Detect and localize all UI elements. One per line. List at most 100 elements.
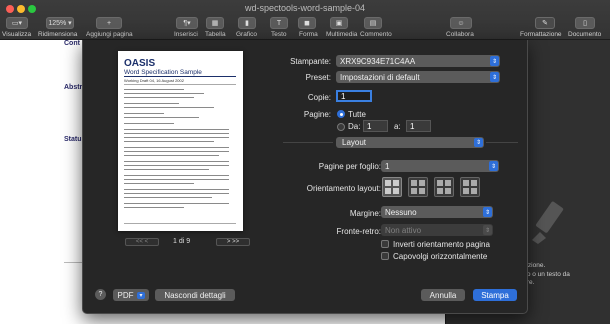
divider (283, 142, 333, 143)
pdf-menu-button[interactable]: PDF ▾ (113, 289, 149, 301)
text-button[interactable]: T (270, 17, 288, 29)
media-button[interactable]: ▣ (330, 17, 348, 29)
pages-from-label: Da: (348, 122, 361, 131)
toolbar-label: Formattazione (520, 31, 562, 38)
media-icon: ▣ (335, 20, 343, 27)
chart-button[interactable]: ▮ (238, 17, 256, 29)
add-page-button[interactable]: + (96, 17, 122, 29)
divider (64, 262, 84, 263)
margin-label: Margine: (349, 209, 381, 218)
preview-text-line (124, 89, 184, 91)
format-button[interactable]: ✎ (535, 17, 555, 29)
flip-horizontal-checkbox[interactable] (381, 252, 389, 260)
document-icon: ▯ (583, 20, 587, 27)
layout-z-icon (385, 180, 399, 194)
divider (486, 142, 518, 143)
pages-per-sheet-label: Pagine per foglio: (318, 162, 381, 171)
preview-text-line (124, 141, 214, 143)
section-select[interactable]: Layout ⇕ (336, 137, 484, 148)
print-button[interactable]: Stampa (473, 289, 517, 301)
preview-text-line (124, 129, 229, 131)
preview-text-line (124, 107, 214, 109)
table-button[interactable]: ▦ (206, 17, 224, 29)
preview-text-line (124, 117, 199, 119)
preview-text-line (124, 147, 229, 149)
preset-select[interactable]: Impostazioni di default ⇕ (336, 71, 500, 83)
preview-text-line (124, 123, 174, 125)
copies-label: Copie: (307, 93, 331, 102)
pages-all-radio[interactable] (337, 110, 345, 118)
previous-page-button[interactable]: << < (125, 238, 159, 246)
divider (124, 84, 236, 85)
preview-text-line (124, 189, 229, 191)
plus-icon: + (106, 19, 112, 27)
zoom-value: 125% (48, 19, 67, 27)
document-button[interactable]: ▯ (575, 17, 595, 29)
sidebar-icon: ▭▾ (11, 20, 23, 27)
preview-text-line (124, 113, 164, 115)
printer-select[interactable]: XRX9C934E71C4AA ⇕ (336, 55, 500, 67)
brush-icon: ✎ (542, 20, 548, 27)
view-button[interactable]: ▭▾ (6, 17, 28, 29)
preview-text-line (124, 155, 219, 157)
shape-button[interactable]: ◼ (298, 17, 316, 29)
layout-n-icon (437, 180, 451, 194)
shape-icon: ◼ (304, 20, 310, 27)
pages-per-sheet-value: 1 (385, 161, 390, 171)
toolbar-label: Tabella (205, 31, 226, 38)
preview-text-line (124, 151, 229, 153)
duplex-select[interactable]: Non attivo ⇕ (381, 224, 493, 236)
print-preview-page: OASIS Word Specification Sample Working … (118, 51, 243, 231)
orientation-z-button[interactable] (382, 177, 402, 197)
chevron-updown-icon: ⇕ (490, 72, 499, 82)
printer-label: Stampante: (290, 57, 331, 66)
pages-label: Pagine: (303, 110, 331, 119)
layout-s-icon (411, 180, 425, 194)
insert-button[interactable]: ¶▾ (176, 17, 198, 29)
reverse-orientation-checkbox[interactable] (381, 240, 389, 248)
comment-button[interactable]: ▤ (364, 17, 382, 29)
preview-text-line (124, 97, 194, 99)
orientation-s-button[interactable] (408, 177, 428, 197)
zoom-button[interactable]: 125% ▾ (46, 17, 74, 29)
printer-value: XRX9C934E71C4AA (340, 56, 416, 66)
copies-input[interactable]: 1 (336, 90, 372, 102)
print-preview-area: OASIS Word Specification Sample Working … (83, 40, 279, 268)
preview-title: Word Specification Sample (124, 69, 202, 76)
preview-subtitle: Working Draft 04, 16 August 2002 (124, 78, 184, 83)
pages-to-input[interactable]: 1 (406, 120, 431, 132)
chevron-updown-icon: ⇕ (483, 207, 492, 217)
toolbar-label: Documento (568, 31, 602, 38)
pages-range-radio[interactable] (337, 123, 345, 131)
duplex-label: Fronte-retro: (336, 227, 381, 236)
toolbar-label: Multimedia (326, 31, 358, 38)
window-title: wd-spectools-word-sample-04 (244, 3, 366, 13)
toolbar-label: Aggiungi pagina (86, 31, 133, 38)
pdf-label: PDF (117, 290, 134, 300)
collaborate-button[interactable]: ☺ (450, 17, 472, 29)
orientation-reverse-n-button[interactable] (460, 177, 480, 197)
window-toolbar: wd-spectools-word-sample-04 ▭▾ 125% ▾ + … (0, 0, 610, 40)
preview-text-line (124, 197, 212, 199)
margin-select[interactable]: Nessuno ⇕ (381, 206, 493, 218)
preview-text-line (124, 161, 229, 163)
page-indicator: 1 di 9 (173, 238, 191, 245)
chevron-down-icon: ▾ (137, 291, 145, 299)
preset-label: Preset: (305, 73, 331, 82)
flip-horizontal-label: Capovolgi orizzontalmente (393, 252, 488, 261)
help-button[interactable]: ? (95, 289, 106, 300)
pages-per-sheet-select[interactable]: 1 ⇕ (381, 160, 499, 172)
hide-details-button[interactable]: Nascondi dettagli (155, 289, 235, 301)
section-value: Layout (342, 138, 367, 147)
orientation-n-button[interactable] (434, 177, 454, 197)
divider (124, 223, 236, 224)
preview-text-line (124, 133, 229, 135)
cancel-button[interactable]: Annulla (421, 289, 465, 301)
next-page-button[interactable]: > >> (216, 238, 250, 246)
brush-icon (532, 201, 564, 244)
preview-text-line (124, 193, 229, 195)
toolbar-label: Testo (271, 31, 287, 38)
preview-text-line (124, 103, 179, 105)
pages-from-input[interactable]: 1 (363, 120, 388, 132)
preview-text-line (124, 165, 229, 167)
